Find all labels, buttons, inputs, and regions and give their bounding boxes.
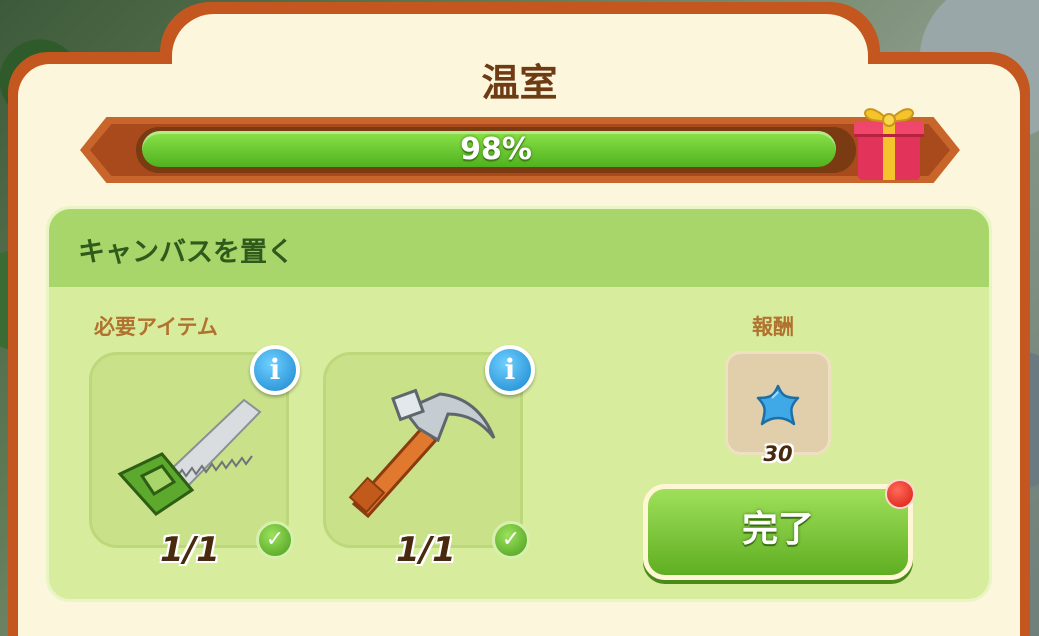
required-items-label: 必要アイテム bbox=[94, 315, 218, 339]
item-count-hammer: 1/1 bbox=[396, 530, 456, 570]
notification-dot bbox=[885, 479, 915, 509]
hammer-icon bbox=[348, 384, 498, 524]
progress-label: 98% bbox=[460, 132, 532, 167]
info-button-saw[interactable]: i bbox=[250, 345, 300, 395]
check-icon-saw: ✓ bbox=[256, 521, 294, 559]
item-count-saw: 1/1 bbox=[160, 530, 220, 570]
info-button-hammer[interactable]: i bbox=[485, 345, 535, 395]
check-icon-hammer: ✓ bbox=[492, 521, 530, 559]
gift-box-icon[interactable] bbox=[850, 96, 928, 186]
task-title: キャンバスを置く bbox=[78, 237, 294, 268]
reward-label: 報酬 bbox=[752, 315, 794, 339]
saw-icon bbox=[112, 392, 272, 522]
complete-button[interactable]: 完了 bbox=[643, 484, 913, 580]
blue-star-icon bbox=[752, 382, 804, 430]
reward-count: 30 bbox=[763, 442, 793, 466]
